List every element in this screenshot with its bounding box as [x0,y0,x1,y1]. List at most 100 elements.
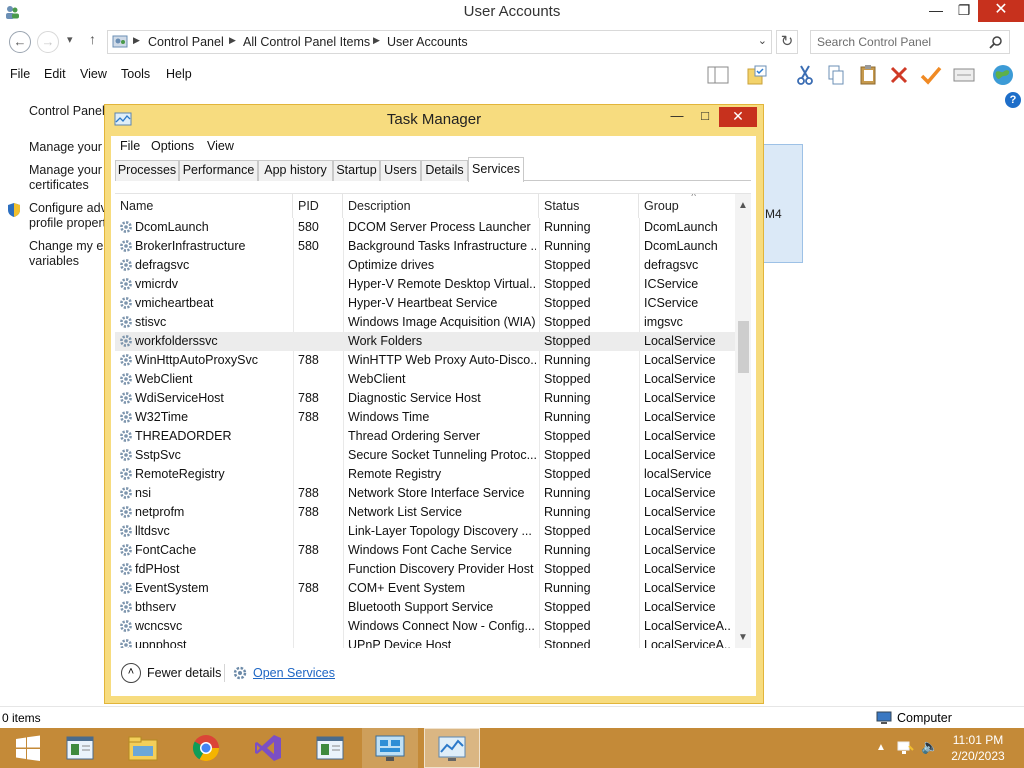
table-row[interactable]: FontCache 788 Windows Font Cache Service Ru… [115,541,735,560]
manage-credentials-link[interactable]: Manage your [29,140,102,155]
tm-menu-file[interactable]: File [120,139,140,153]
taskbar-window-2[interactable] [302,728,358,768]
table-row[interactable]: defragsvc Optimize drives Stopped defragsvc [115,256,735,275]
taskbar-explorer-doc[interactable] [52,728,108,768]
menu-help[interactable]: Help [166,67,192,81]
table-row[interactable]: vmicrdv Hyper-V Remote Desktop Virtual...… [115,275,735,294]
column-header-group[interactable]: Group [639,194,733,218]
up-arrow-icon[interactable]: ↑ [89,31,96,47]
minimize-button[interactable]: — [922,0,950,22]
network-icon[interactable] [897,740,915,756]
explorer-title-bar[interactable]: User Accounts — ❐ ✕ [0,0,1024,25]
collapse-chevron-icon[interactable]: ˄ [121,663,141,683]
manage-certificates-link[interactable]: Manage your f [29,163,109,178]
delete-icon[interactable] [886,62,912,88]
tab-users[interactable]: Users [380,160,421,181]
table-row[interactable]: BrokerInfrastructure 580 Background Tasks … [115,237,735,256]
taskbar-file-explorer[interactable] [115,728,171,768]
table-row[interactable]: THREADORDER Thread Ordering Server Stopped… [115,427,735,446]
taskbar-chrome[interactable] [178,728,234,768]
tab-startup[interactable]: Startup [333,160,380,181]
search-box[interactable] [810,30,1010,54]
address-box[interactable]: ▶ Control Panel ▶ All Control Panel Item… [107,30,772,54]
table-row[interactable]: netprofm 788 Network List Service Running Lo… [115,503,735,522]
task-manager-window[interactable]: Task Manager — □ ✕ File Options View Pro… [104,104,764,704]
table-row[interactable]: W32Time 788 Windows Time Running LocalServic… [115,408,735,427]
column-header-name[interactable]: Name [115,194,293,218]
table-row[interactable]: nsi 788 Network Store Interface Service Run… [115,484,735,503]
table-row[interactable]: stisvc Windows Image Acquisition (WIA) Sto… [115,313,735,332]
help-icon[interactable]: ? [1005,92,1021,108]
tab-services[interactable]: Services [468,157,524,182]
table-row[interactable]: EventSystem 788 COM+ Event System Running Lo… [115,579,735,598]
column-header-description[interactable]: Description [343,194,539,218]
table-row[interactable]: upnphost UPnP Device Host Stopped LocalServ… [115,636,735,648]
table-row[interactable]: fdPHost Function Discovery Provider Host S… [115,560,735,579]
manage-certificates-link-line2[interactable]: certificates [29,178,89,193]
close-button[interactable]: ✕ [978,0,1024,22]
paste-icon[interactable] [855,62,881,88]
table-row[interactable]: SstpSvc Secure Socket Tunneling Protoc...… [115,446,735,465]
layout-pane-icon[interactable] [705,62,731,88]
fewer-details-button[interactable]: Fewer details [147,666,221,680]
table-row[interactable]: bthserv Bluetooth Support Service Stopped L… [115,598,735,617]
taskbar-control-panel[interactable] [362,728,418,768]
folder-options-icon[interactable] [744,62,770,88]
table-row[interactable]: lltdsvc Link-Layer Topology Discovery ...… [115,522,735,541]
tm-menu-view[interactable]: View [207,139,234,153]
properties-icon[interactable] [951,62,977,88]
table-row[interactable]: workfolderssvc Work Folders Stopped LocalSe… [115,332,735,351]
tm-menu-options[interactable]: Options [151,139,194,153]
forward-button[interactable]: → [37,31,59,53]
menu-tools[interactable]: Tools [121,67,150,81]
check-icon[interactable] [918,62,944,88]
menu-view[interactable]: View [80,67,107,81]
menu-file[interactable]: File [10,67,30,81]
tab-app-history[interactable]: App history [258,160,333,181]
copy-icon[interactable] [823,62,849,88]
scroll-down-icon[interactable]: ▼ [735,629,751,646]
table-row[interactable]: DcomLaunch 580 DCOM Server Process Launche… [115,218,735,237]
configure-profile-link[interactable]: Configure adv [29,201,107,216]
table-row[interactable]: WdiServiceHost 788 Diagnostic Service Host… [115,389,735,408]
configure-profile-link-line2[interactable]: profile propert [29,216,106,231]
tm-close-button[interactable]: ✕ [719,107,757,127]
back-button[interactable]: ← [9,31,31,53]
services-scrollbar[interactable]: ▲ ▼ [735,194,751,648]
cut-icon[interactable] [792,62,818,88]
open-services-link[interactable]: Open Services [253,666,335,680]
environment-variables-link-line2[interactable]: variables [29,254,79,269]
taskbar-visual-studio[interactable] [240,728,296,768]
breadcrumb-user-accounts[interactable]: User Accounts [387,35,468,49]
table-row[interactable]: RemoteRegistry Remote Registry Stopped loca… [115,465,735,484]
tm-maximize-button[interactable]: □ [691,107,719,127]
recent-pages-dropdown[interactable]: ▾ [67,33,73,46]
address-dropdown-icon[interactable]: ⌄ [758,34,767,47]
tab-details[interactable]: Details [421,160,468,181]
scrollbar-thumb[interactable] [738,321,749,373]
table-row[interactable]: WebClient WebClient Stopped LocalService [115,370,735,389]
tab-performance[interactable]: Performance [179,160,258,181]
taskbar-task-manager[interactable] [424,728,480,768]
clock[interactable]: 11:01 PM 2/20/2023 [938,732,1018,764]
table-row[interactable]: wcncsvc Windows Connect Now - Config... St… [115,617,735,636]
breadcrumb-control-panel[interactable]: Control Panel [148,35,224,49]
menu-edit[interactable]: Edit [44,67,66,81]
table-row[interactable]: WinHttpAutoProxySvc 788 WinHTTP Web Proxy … [115,351,735,370]
refresh-icon[interactable]: ↻ [776,30,798,54]
column-header-pid[interactable]: PID [293,194,343,218]
restore-button[interactable]: ❐ [950,0,978,22]
tab-processes[interactable]: Processes [115,160,179,181]
breadcrumb-all-items[interactable]: All Control Panel Items [243,35,370,49]
table-row[interactable]: vmicheartbeat Hyper-V Heartbeat Service St… [115,294,735,313]
globe-icon[interactable] [990,62,1016,88]
control-panel-home-link[interactable]: Control Panel [29,104,105,119]
start-button[interactable] [0,728,56,768]
column-header-status[interactable]: Status [539,194,639,218]
scroll-up-icon[interactable]: ▲ [735,197,751,214]
environment-variables-link[interactable]: Change my er [29,239,108,254]
search-input[interactable] [817,34,987,50]
show-hidden-icons[interactable]: ▲ [876,742,886,753]
tm-minimize-button[interactable]: — [663,107,691,127]
volume-icon[interactable]: 🔈 [921,738,938,755]
